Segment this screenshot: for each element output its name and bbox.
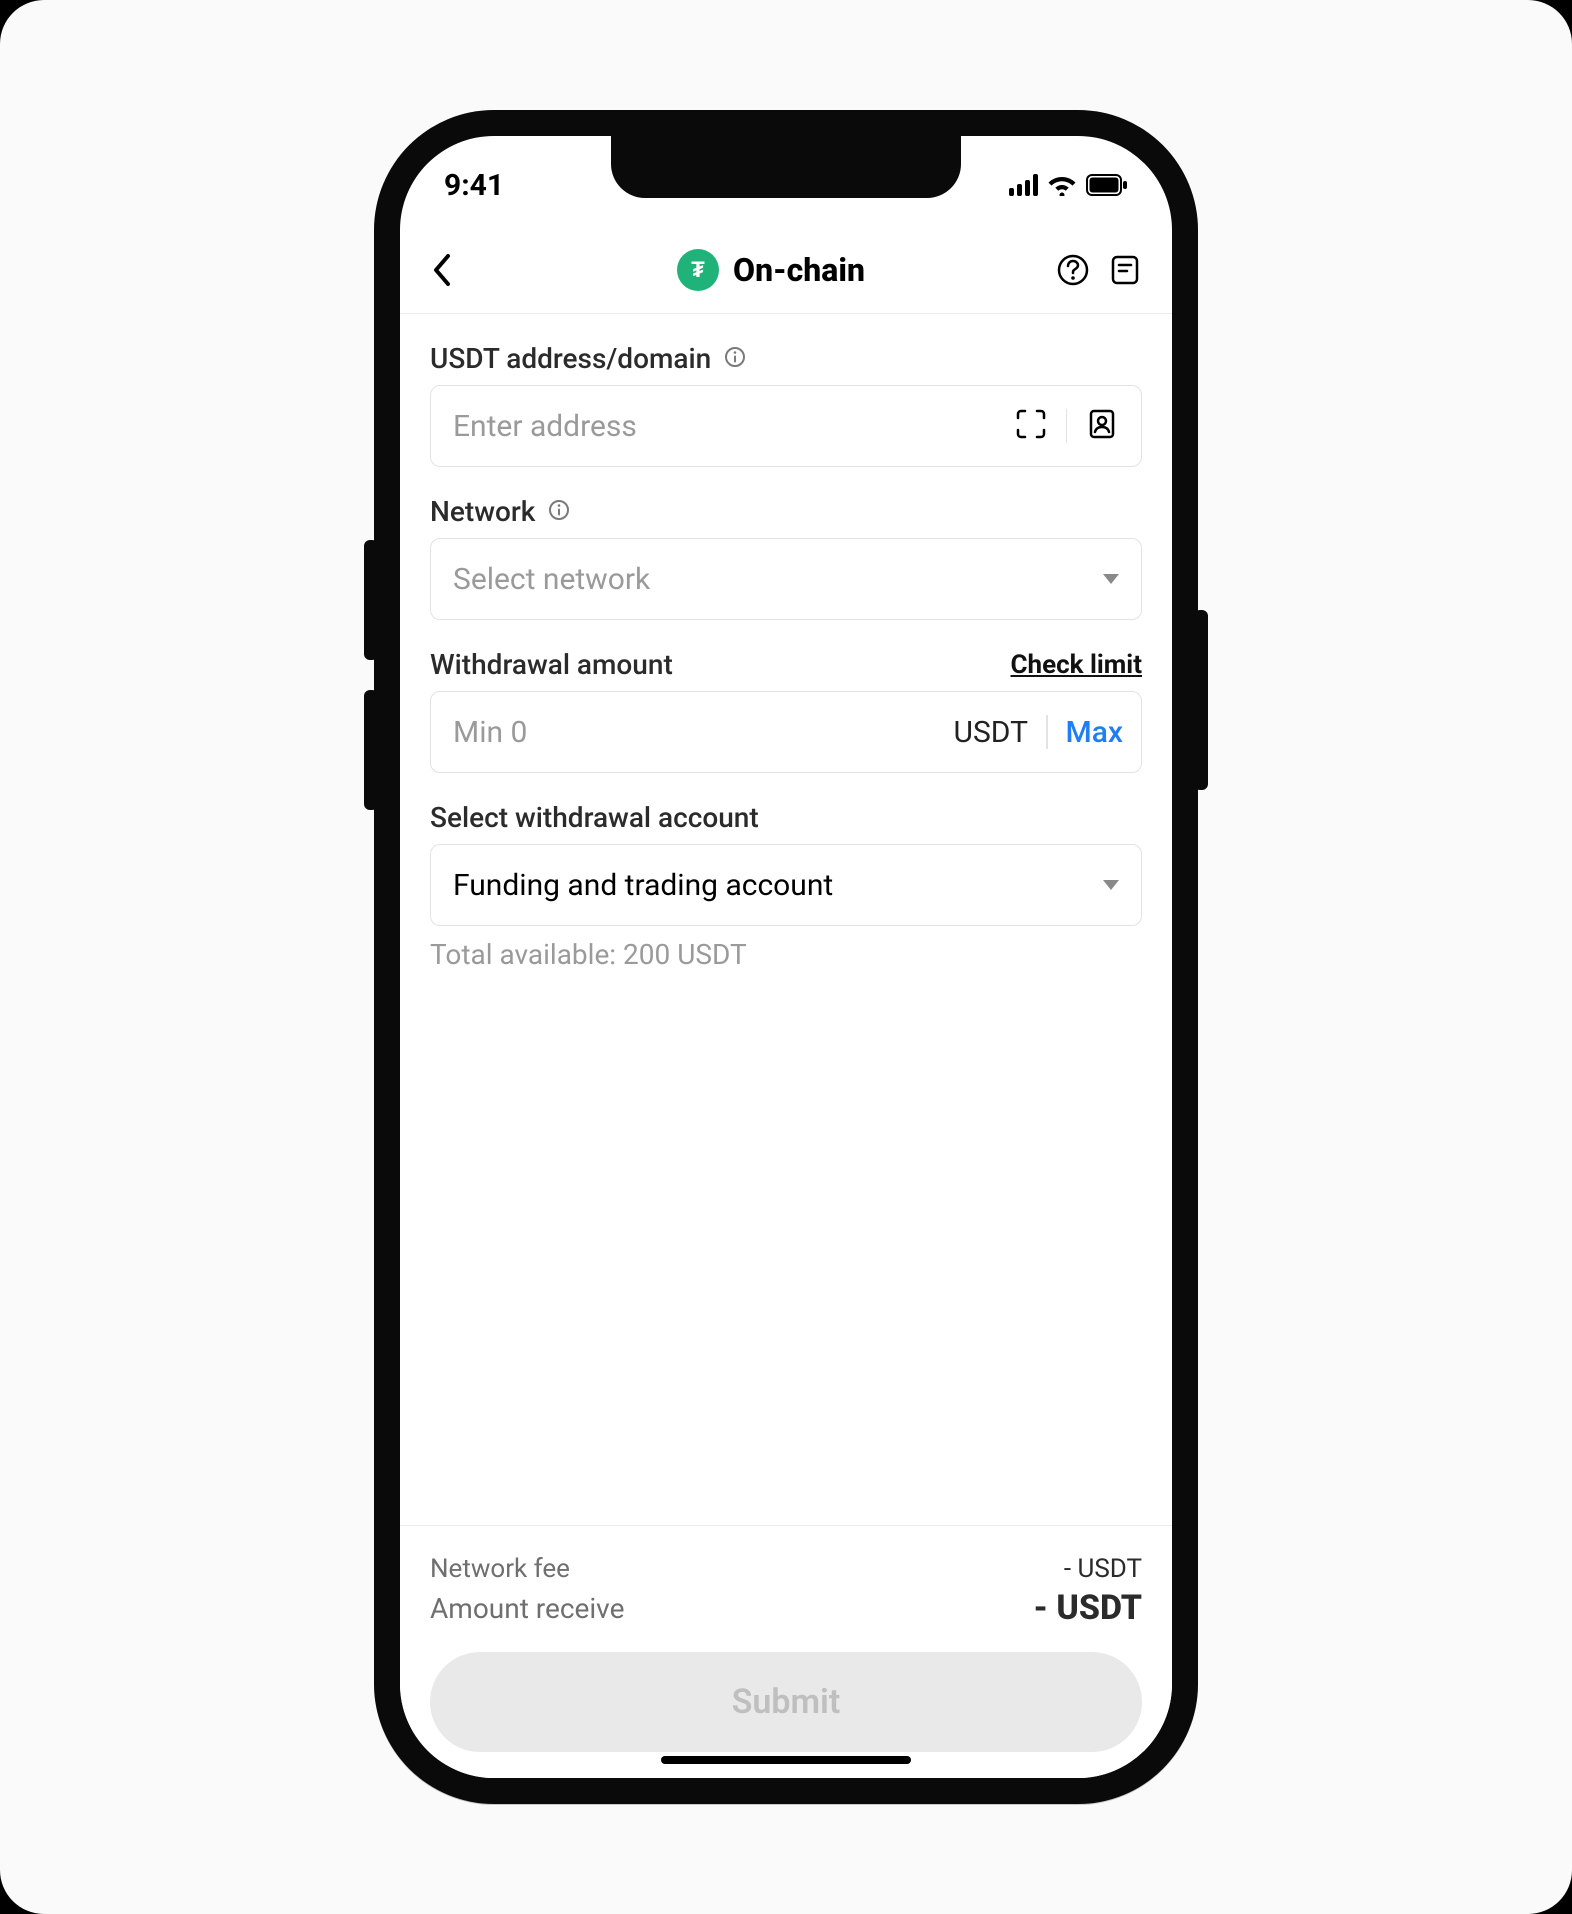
chevron-left-icon [430, 253, 456, 287]
history-button[interactable] [1108, 253, 1142, 287]
network-fee-row: Network fee - USDT [430, 1554, 1142, 1584]
submit-label: Submit [732, 1682, 841, 1722]
token-badge-icon: ₮ [677, 249, 719, 291]
account-select[interactable]: Funding and trading account [430, 844, 1142, 926]
wifi-icon [1048, 174, 1076, 196]
help-button[interactable] [1056, 253, 1090, 287]
phone-frame: 9:41 [374, 110, 1198, 1804]
amount-input[interactable]: Min 0 USDT Max [430, 691, 1142, 773]
address-label-row: USDT address/domain [430, 342, 1142, 375]
address-placeholder: Enter address [453, 409, 637, 444]
chevron-down-icon [1103, 880, 1119, 890]
network-select[interactable]: Select network [430, 538, 1142, 620]
power-button [1194, 610, 1208, 790]
page-card: 9:41 [0, 0, 1572, 1914]
amount-placeholder: Min 0 [453, 715, 527, 750]
amount-label-row: Withdrawal amount Check limit [430, 648, 1142, 681]
address-input[interactable]: Enter address [430, 385, 1142, 467]
page-title: ₮ On-chain [677, 249, 865, 291]
check-limit-link[interactable]: Check limit [1011, 650, 1142, 680]
account-label-row: Select withdrawal account [430, 801, 1142, 834]
amount-label: Withdrawal amount [430, 648, 673, 681]
max-button[interactable]: Max [1066, 715, 1124, 750]
chevron-down-icon [1103, 574, 1119, 584]
battery-icon [1086, 174, 1128, 196]
address-book-icon [1085, 407, 1119, 441]
vertical-divider [1046, 715, 1048, 749]
signal-icon [1009, 174, 1038, 196]
page-title-text: On-chain [733, 251, 865, 289]
address-book-button[interactable] [1085, 407, 1119, 445]
volume-down-button [364, 690, 378, 810]
network-label-row: Network [430, 495, 1142, 528]
form-content: USDT address/domain Enter address [400, 314, 1172, 971]
amount-receive-row: Amount receive - USDT [430, 1588, 1142, 1628]
navbar: ₮ On-chain [400, 226, 1172, 314]
amount-receive-value: - USDT [1034, 1588, 1142, 1628]
phone-notch [611, 136, 961, 198]
home-indicator[interactable] [661, 1756, 911, 1764]
amount-receive-label: Amount receive [430, 1592, 624, 1625]
amount-currency: USDT [954, 715, 1028, 750]
info-icon[interactable] [547, 498, 571, 526]
network-placeholder: Select network [453, 562, 650, 597]
network-label: Network [430, 495, 535, 528]
document-icon [1108, 253, 1142, 287]
help-icon [1056, 253, 1090, 287]
address-label: USDT address/domain [430, 342, 711, 375]
volume-up-button [364, 540, 378, 660]
vertical-divider [1066, 409, 1068, 443]
account-selected: Funding and trading account [453, 868, 833, 903]
network-fee-value: - USDT [1064, 1554, 1142, 1584]
network-fee-label: Network fee [430, 1554, 570, 1584]
account-label: Select withdrawal account [430, 801, 759, 834]
submit-button[interactable]: Submit [430, 1652, 1142, 1752]
back-button[interactable] [430, 253, 456, 287]
phone-screen: 9:41 [400, 136, 1172, 1778]
scan-icon [1014, 407, 1048, 441]
total-available: Total available: 200 USDT [430, 938, 1142, 971]
status-time: 9:41 [444, 168, 504, 203]
info-icon[interactable] [723, 345, 747, 373]
scan-qr-button[interactable] [1014, 407, 1048, 445]
summary-bar: Network fee - USDT Amount receive - USDT… [400, 1525, 1172, 1778]
